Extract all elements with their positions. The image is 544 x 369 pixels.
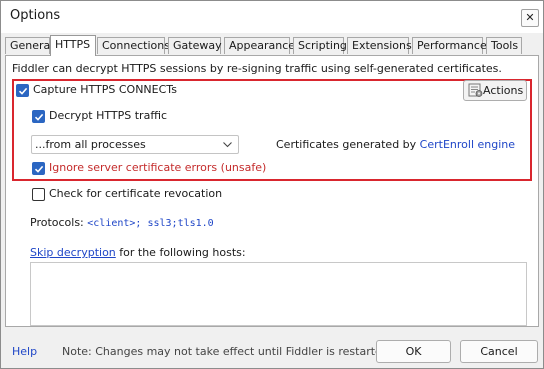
checkmark-icon — [34, 165, 44, 173]
window-title: Options — [10, 8, 61, 23]
decrypt-https-checkbox[interactable] — [32, 110, 45, 123]
capture-https-checkbox[interactable] — [16, 84, 29, 97]
skip-decryption-suffix: for the following hosts: — [115, 246, 246, 259]
tab-appearance[interactable]: Appearance — [224, 37, 295, 54]
ok-button[interactable]: OK — [376, 340, 451, 363]
close-icon: ✕ — [525, 11, 535, 24]
ignore-cert-errors-label[interactable]: Ignore server certificate errors (unsafe… — [49, 161, 266, 174]
cert-revocation-checkbox[interactable] — [32, 188, 45, 201]
cert-revocation-label[interactable]: Check for certificate revocation — [49, 187, 222, 200]
tab-performance[interactable]: Performance — [412, 37, 487, 54]
certificate-icon — [468, 83, 483, 97]
certenroll-engine-link[interactable]: CertEnroll engine — [420, 138, 515, 151]
cert-generator-text: Certificates generated by CertEnroll eng… — [276, 138, 515, 151]
tab-connections[interactable]: Connections — [97, 37, 170, 54]
checkmark-icon — [34, 113, 44, 121]
actions-label: Actions — [483, 84, 524, 97]
skip-decryption-link[interactable]: Skip decryption — [30, 246, 116, 259]
decrypt-https-label[interactable]: Decrypt HTTPS traffic — [49, 109, 167, 122]
tab-https[interactable]: HTTPS — [50, 35, 96, 56]
https-intro-text: Fiddler can decrypt HTTPS sessions by re… — [12, 62, 502, 75]
skip-hosts-textarea[interactable] — [30, 262, 527, 326]
tab-extensions[interactable]: Extensions — [347, 37, 412, 54]
protocols-label: Protocols: — [30, 216, 88, 229]
checkmark-icon — [18, 87, 28, 95]
tab-general[interactable]: General — [5, 37, 53, 54]
skip-decryption-row: Skip decryption for the following hosts: — [30, 246, 246, 259]
chevron-down-icon — [223, 142, 232, 148]
process-filter-dropdown[interactable]: ...from all processes — [31, 135, 239, 154]
protocols-row: Protocols: <client>; ssl3;tls1.0 — [30, 216, 214, 229]
cert-prefix: Certificates generated by — [276, 138, 420, 151]
ignore-cert-errors-checkbox[interactable] — [32, 162, 45, 175]
title-bar: Options ✕ — [1, 1, 543, 33]
https-panel: Fiddler can decrypt HTTPS sessions by re… — [5, 55, 539, 327]
tab-gateway[interactable]: Gateway — [168, 37, 222, 54]
process-filter-value: ...from all processes — [35, 138, 146, 151]
capture-https-label[interactable]: Capture HTTPS CONNECTs — [33, 83, 177, 96]
actions-button[interactable]: Actions — [463, 80, 527, 101]
tab-tools[interactable]: Tools — [486, 37, 522, 54]
close-button[interactable]: ✕ — [521, 9, 539, 27]
tab-scripting[interactable]: Scripting — [293, 37, 347, 54]
cancel-button[interactable]: Cancel — [460, 340, 538, 363]
restart-note: Note: Changes may not take effect until … — [62, 345, 393, 358]
options-window: Options ✕ General HTTPS Connections Gate… — [0, 0, 544, 369]
protocols-link[interactable]: <client>; ssl3;tls1.0 — [87, 218, 213, 229]
help-link[interactable]: Help — [12, 345, 37, 358]
tab-strip: General HTTPS Connections Gateway Appear… — [5, 35, 539, 56]
